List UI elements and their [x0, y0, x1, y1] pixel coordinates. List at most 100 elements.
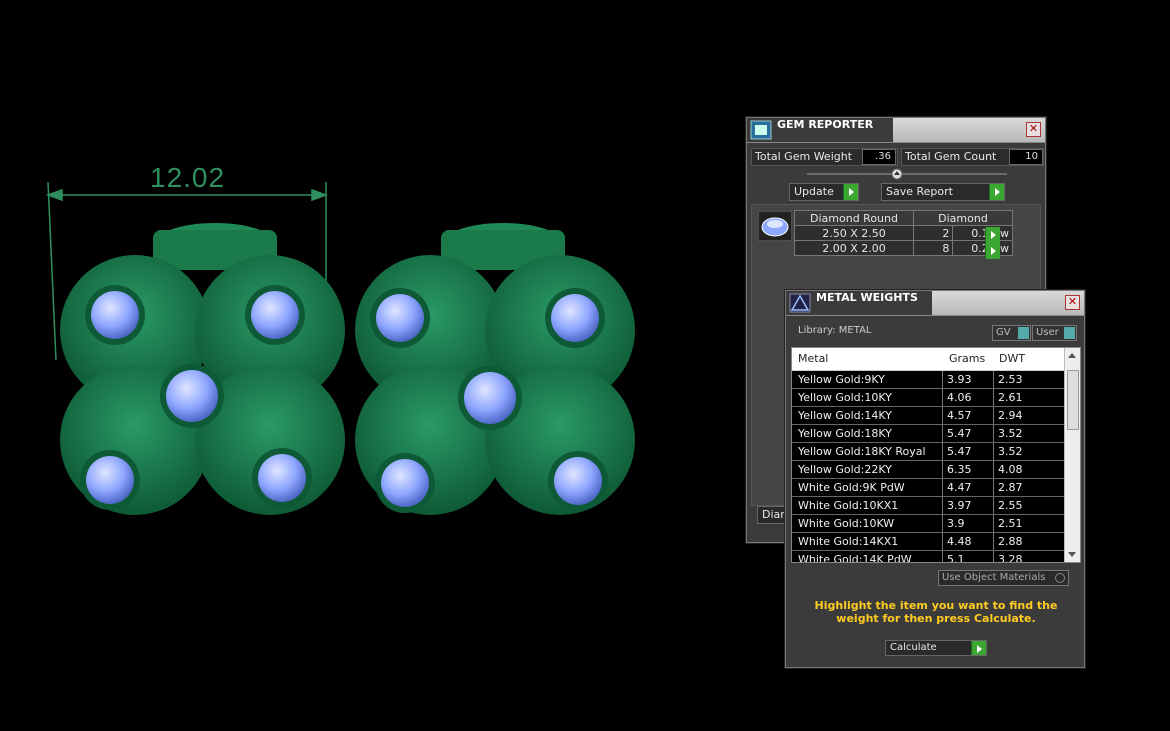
metal-name: Yellow Gold:18KY Royal — [798, 445, 926, 458]
metal-dwt: 2.53 — [993, 371, 1052, 388]
gem-size: 2.50 X 2.50 — [794, 225, 914, 241]
earring-left — [60, 223, 345, 515]
update-button[interactable]: Update — [789, 183, 859, 201]
gem-size: 2.00 X 2.00 — [794, 240, 914, 256]
use-object-materials-label: Use Object Materials — [942, 572, 1046, 583]
table-row[interactable]: White Gold:10KX1 3.97 2.55 — [792, 497, 1064, 515]
play-arrow-icon — [843, 184, 858, 200]
metal-name: Yellow Gold:10KY — [798, 391, 892, 404]
table-row[interactable]: White Gold:9K PdW 4.47 2.87 — [792, 479, 1064, 497]
metal-name: Yellow Gold:14KY — [798, 409, 892, 422]
table-row[interactable]: Yellow Gold:22KY 6.35 4.08 — [792, 461, 1064, 479]
gem-count: 2 — [912, 225, 954, 241]
metal-dwt: 2.94 — [993, 407, 1052, 424]
gv-toggle-label: GV — [996, 327, 1011, 338]
metal-dwt: 2.61 — [993, 389, 1052, 406]
gem-weight: 0.12tw — [952, 225, 1013, 241]
metal-name: White Gold:9K PdW — [798, 481, 905, 494]
vertical-scrollbar[interactable] — [1064, 348, 1080, 562]
instruction-text: Highlight the item you want to find the … — [814, 599, 1058, 625]
save-report-button[interactable]: Save Report — [881, 183, 1005, 201]
metal-grams: 4.48 — [942, 533, 993, 550]
gem-reporter-app-icon — [750, 120, 772, 140]
metal-grams: 3.9 — [942, 515, 993, 532]
table-row[interactable]: Yellow Gold:10KY 4.06 2.61 — [792, 389, 1064, 407]
table-row[interactable]: White Gold:10KW 3.9 2.51 — [792, 515, 1064, 533]
table-row[interactable]: 2.00 X 2.00 8 0.24tw — [794, 240, 1013, 256]
metal-dwt: 3.52 — [993, 425, 1052, 442]
gem-table-header-shape: Diamond Round — [794, 210, 914, 226]
metal-grams: 5.1 — [942, 551, 993, 562]
update-button-label: Update — [794, 185, 834, 198]
metal-dwt: 3.28 — [993, 551, 1052, 562]
table-row[interactable]: Yellow Gold:18KY 5.47 3.52 — [792, 425, 1064, 443]
metal-weights-app-icon — [789, 293, 811, 313]
metal-name: White Gold:10KW — [798, 517, 895, 530]
gem-count: 8 — [912, 240, 954, 256]
metal-grams: 3.97 — [942, 497, 993, 514]
save-report-button-label: Save Report — [886, 185, 953, 198]
column-header-dwt: DWT — [999, 352, 1026, 365]
metal-dwt: 2.88 — [993, 533, 1052, 550]
diamond-round-icon — [758, 211, 792, 241]
column-header-metal: Metal — [798, 352, 829, 365]
calculate-button[interactable]: Calculate — [885, 640, 987, 656]
scroll-up-icon[interactable] — [1068, 353, 1076, 358]
metal-grams: 4.47 — [942, 479, 993, 496]
metal-dwt: 2.51 — [993, 515, 1052, 532]
close-icon[interactable]: ✕ — [1026, 122, 1041, 137]
user-toggle[interactable]: User — [1032, 325, 1077, 341]
gem-weight: 0.24tw — [952, 240, 1013, 256]
3d-viewport[interactable]: 12.02 — [0, 0, 740, 728]
metal-grams: 5.47 — [942, 425, 993, 442]
use-object-materials-toggle[interactable]: Use Object Materials — [938, 570, 1069, 586]
table-row[interactable]: Yellow Gold:18KY Royal 5.47 3.52 — [792, 443, 1064, 461]
metal-weights-panel: METAL WEIGHTS ✕ Library: METAL GV User M… — [785, 290, 1085, 668]
library-label: Library: METAL — [798, 325, 872, 336]
play-arrow-icon — [971, 641, 986, 655]
calculate-button-label: Calculate — [890, 642, 937, 653]
total-gem-count-label: Total Gem Count — [905, 150, 997, 163]
gem-reporter-titlebar[interactable]: GEM REPORTER ✕ — [747, 118, 1045, 143]
total-gem-weight-value: .36 — [862, 149, 896, 165]
table-row[interactable]: White Gold:14K PdW 5.1 3.28 — [792, 551, 1064, 563]
toggle-switch-icon — [1018, 327, 1029, 339]
gv-toggle[interactable]: GV — [992, 325, 1031, 341]
metal-weights-titlebar[interactable]: METAL WEIGHTS ✕ — [786, 291, 1084, 316]
metal-grams: 6.35 — [942, 461, 993, 478]
column-header-grams: Grams — [949, 352, 986, 365]
metal-weights-table-header: Metal Grams DWT — [792, 348, 1064, 371]
metal-name: Yellow Gold:22KY — [798, 463, 892, 476]
metal-dwt: 2.87 — [993, 479, 1052, 496]
earring-render — [45, 181, 635, 515]
user-toggle-label: User — [1036, 327, 1059, 338]
gem-reporter-title: GEM REPORTER — [777, 118, 874, 131]
table-row[interactable]: White Gold:14KX1 4.48 2.88 — [792, 533, 1064, 551]
metal-name: Yellow Gold:9KY — [798, 373, 885, 386]
metal-name: White Gold:10KX1 — [798, 499, 899, 512]
metal-name: Yellow Gold:18KY — [798, 427, 892, 440]
radio-icon — [1055, 573, 1065, 583]
metal-grams: 4.57 — [942, 407, 993, 424]
gem-table-header-type: Diamond — [913, 210, 1013, 226]
total-gem-weight-label: Total Gem Weight — [755, 150, 853, 163]
table-row[interactable]: Yellow Gold:14KY 4.57 2.94 — [792, 407, 1064, 425]
play-arrow-icon — [989, 184, 1004, 200]
metal-weights-rows: Yellow Gold:9KY 3.93 2.53 Yellow Gold:10KY 4… — [792, 371, 1064, 563]
collapse-slider[interactable] — [807, 168, 1007, 180]
scroll-down-icon[interactable] — [1068, 552, 1076, 557]
metal-name: White Gold:14K PdW — [798, 553, 912, 563]
metal-grams: 3.93 — [942, 371, 993, 388]
metal-weights-table: Metal Grams DWT Yellow Gold:9KY 3.93 2.53 Y… — [791, 347, 1081, 563]
gem-table: Diamond Round Diamond 2.50 X 2.50 2 0.12… — [794, 210, 1013, 256]
total-gem-count-value: 10 — [1009, 149, 1043, 165]
play-arrow-icon — [985, 227, 1000, 243]
play-arrow-icon — [985, 243, 1000, 259]
table-row[interactable]: 2.50 X 2.50 2 0.12tw — [794, 225, 1013, 241]
scrollbar-thumb[interactable] — [1067, 370, 1079, 430]
close-icon[interactable]: ✕ — [1065, 295, 1080, 310]
metal-weights-title: METAL WEIGHTS — [816, 291, 918, 304]
table-row[interactable]: Yellow Gold:9KY 3.93 2.53 — [792, 371, 1064, 389]
metal-dwt: 3.52 — [993, 443, 1052, 460]
metal-dwt: 2.55 — [993, 497, 1052, 514]
